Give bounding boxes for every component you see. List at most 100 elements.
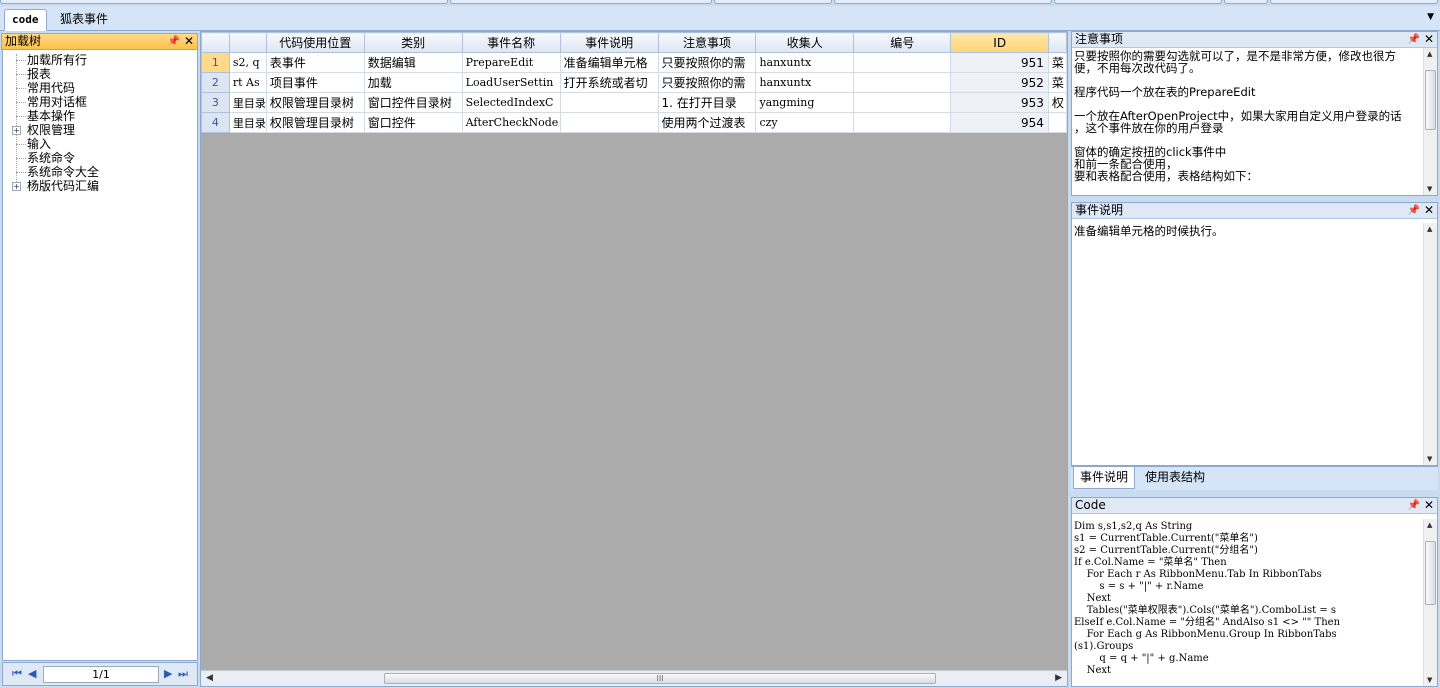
table-row[interactable]: 1 s2, q 表事件 数据编辑 PrepareEdit 准备编辑单元格 只要按照你的需 ha… bbox=[201, 52, 1068, 73]
table-cell[interactable]: 951 bbox=[950, 52, 1049, 73]
horizontal-scrollbar[interactable]: ◀ III ▶ bbox=[201, 670, 1067, 686]
table-cell[interactable]: 打开系统或者切 bbox=[559, 72, 659, 93]
plus-box-icon[interactable]: + bbox=[12, 182, 21, 191]
subtab-event-desc[interactable]: 事件说明 bbox=[1073, 467, 1136, 489]
table-cell[interactable]: 只要按照你的需 bbox=[657, 72, 757, 93]
column-header-notes[interactable]: 注意事项 bbox=[657, 32, 757, 53]
table-cell[interactable]: 里目录 bbox=[228, 112, 267, 133]
scroll-left-icon[interactable]: ◀ bbox=[206, 673, 213, 683]
desc-vertical-scrollbar[interactable]: ▲ ▼ bbox=[1423, 223, 1437, 465]
table-cell[interactable]: 表事件 bbox=[265, 52, 365, 73]
table-cell[interactable]: AfterCheckNode bbox=[461, 112, 561, 133]
tree-item[interactable]: 输入 bbox=[3, 137, 197, 151]
subtab-table-structure[interactable]: 使用表结构 bbox=[1139, 467, 1211, 489]
pin-icon[interactable]: 📌 bbox=[1408, 32, 1420, 47]
first-page-icon[interactable]: ⏮ bbox=[12, 667, 22, 681]
table-cell[interactable]: 里目录 bbox=[228, 92, 267, 113]
table-cell[interactable]: 952 bbox=[950, 72, 1049, 93]
event-desc-text[interactable]: 准备编辑单元格的时候执行。 bbox=[1072, 223, 1423, 465]
table-cell[interactable] bbox=[559, 112, 659, 133]
scroll-thumb[interactable]: III bbox=[384, 673, 936, 684]
table-cell[interactable]: czy bbox=[755, 112, 855, 133]
next-page-icon[interactable]: ▶ bbox=[164, 667, 172, 680]
notes-text[interactable]: 只要按照你的需要勾选就可以了，是不是非常方便，修改也很方 便，不用每次改代码了。 … bbox=[1072, 48, 1423, 195]
tree-item[interactable]: 系统命令 bbox=[3, 151, 197, 165]
row-number[interactable]: 3 bbox=[201, 92, 230, 113]
scroll-thumb[interactable] bbox=[1425, 70, 1436, 130]
table-cell[interactable]: hanxuntx bbox=[755, 52, 855, 73]
pin-icon[interactable]: 📌 bbox=[1408, 203, 1420, 218]
tree-item[interactable]: 加载所有行 bbox=[3, 53, 197, 67]
column-header[interactable] bbox=[228, 32, 267, 53]
table-cell[interactable]: s2, q bbox=[228, 52, 267, 73]
tree-item[interactable]: 常用代码 bbox=[3, 81, 197, 95]
tree-item[interactable]: 常用对话框 bbox=[3, 95, 197, 109]
table-cell[interactable]: 954 bbox=[950, 112, 1049, 133]
column-header-location[interactable]: 代码使用位置 bbox=[265, 32, 365, 53]
scroll-down-icon[interactable]: ▼ bbox=[1427, 455, 1432, 463]
table-cell[interactable]: 数据编辑 bbox=[363, 52, 463, 73]
table-cell[interactable]: 权限管理目录树 bbox=[265, 92, 365, 113]
scroll-down-icon[interactable]: ▼ bbox=[1427, 676, 1432, 684]
column-header-event-name[interactable]: 事件名称 bbox=[461, 32, 561, 53]
tab-code[interactable]: code bbox=[4, 9, 47, 31]
table-cell[interactable]: 使用两个过渡表 bbox=[657, 112, 757, 133]
tree-item[interactable]: 基本操作 bbox=[3, 109, 197, 123]
prev-page-icon[interactable]: ◀ bbox=[28, 667, 36, 680]
pin-icon[interactable]: 📌 bbox=[168, 34, 180, 49]
tab-fox-table-events[interactable]: 狐表事件 bbox=[53, 9, 115, 31]
table-cell[interactable]: 菜 bbox=[1047, 72, 1068, 93]
plus-box-icon[interactable]: + bbox=[12, 126, 21, 135]
notes-vertical-scrollbar[interactable]: ▲ ▼ bbox=[1423, 48, 1437, 195]
tree-item[interactable]: 报表 bbox=[3, 67, 197, 81]
code-vertical-scrollbar[interactable]: ▲ ▼ bbox=[1423, 519, 1437, 686]
table-cell[interactable]: 项目事件 bbox=[265, 72, 365, 93]
last-page-icon[interactable]: ⏭ bbox=[178, 667, 188, 681]
table-cell[interactable] bbox=[853, 112, 952, 133]
tree-item[interactable]: 系统命令大全 bbox=[3, 165, 197, 179]
table-cell[interactable]: hanxuntx bbox=[755, 72, 855, 93]
scroll-up-icon[interactable]: ▲ bbox=[1427, 50, 1432, 58]
scroll-down-icon[interactable]: ▼ bbox=[1427, 185, 1432, 193]
table-cell[interactable]: 窗口控件目录树 bbox=[363, 92, 463, 113]
pin-icon[interactable]: 📌 bbox=[1408, 498, 1420, 513]
table-cell[interactable]: LoadUserSettin bbox=[461, 72, 561, 93]
table-cell[interactable]: 权 bbox=[1047, 92, 1068, 113]
row-number[interactable]: 1 bbox=[201, 52, 230, 73]
table-cell[interactable]: yangming bbox=[755, 92, 855, 113]
table-row[interactable]: 3 里目录 权限管理目录树 窗口控件目录树 SelectedIndexC 1. 在打开目录… bbox=[201, 92, 1068, 113]
table-cell[interactable]: 1. 在打开目录 bbox=[657, 92, 757, 113]
table-cell[interactable]: SelectedIndexC bbox=[461, 92, 561, 113]
table-cell[interactable]: rt As bbox=[228, 72, 267, 93]
column-header-number[interactable]: 编号 bbox=[853, 32, 952, 53]
table-row[interactable]: 4 里目录 权限管理目录树 窗口控件 AfterCheckNode 使用两个过渡表 czy 9… bbox=[201, 112, 1068, 133]
tree-item[interactable]: + 权限管理 bbox=[3, 123, 197, 137]
table-cell[interactable] bbox=[1047, 112, 1068, 133]
table-cell[interactable] bbox=[853, 92, 952, 113]
table-cell[interactable]: 953 bbox=[950, 92, 1049, 113]
corner-header[interactable] bbox=[201, 32, 230, 53]
code-editor[interactable]: Dim s,s1,s2,q As String s1 = CurrentTable… bbox=[1072, 519, 1423, 686]
table-cell[interactable]: PrepareEdit bbox=[461, 52, 561, 73]
table-cell[interactable]: 窗口控件 bbox=[363, 112, 463, 133]
table-cell[interactable]: 权限管理目录树 bbox=[265, 112, 365, 133]
column-header-id[interactable]: ID bbox=[950, 32, 1049, 53]
column-header-event-desc[interactable]: 事件说明 bbox=[559, 32, 659, 53]
scroll-right-icon[interactable]: ▶ bbox=[1055, 673, 1062, 683]
scroll-up-icon[interactable]: ▲ bbox=[1427, 225, 1432, 233]
chevron-down-icon[interactable]: ▼ bbox=[1427, 12, 1434, 22]
close-icon[interactable]: ✕ bbox=[1424, 498, 1434, 513]
column-header-category[interactable]: 类别 bbox=[363, 32, 463, 53]
close-icon[interactable]: ✕ bbox=[1424, 203, 1434, 218]
tree-item[interactable]: + 杨版代码汇编 bbox=[3, 179, 197, 193]
row-number[interactable]: 4 bbox=[201, 112, 230, 133]
scroll-up-icon[interactable]: ▲ bbox=[1427, 521, 1432, 529]
table-cell[interactable]: 只要按照你的需 bbox=[657, 52, 757, 73]
table-cell[interactable] bbox=[853, 52, 952, 73]
page-indicator[interactable]: 1/1 bbox=[43, 666, 159, 683]
column-header-overflow[interactable] bbox=[1047, 32, 1068, 53]
table-row[interactable]: 2 rt As 项目事件 加载 LoadUserSettin 打开系统或者切 只要按照你的需… bbox=[201, 72, 1068, 93]
table-cell[interactable] bbox=[559, 92, 659, 113]
table-cell[interactable]: 加载 bbox=[363, 72, 463, 93]
table-cell[interactable]: 准备编辑单元格 bbox=[559, 52, 659, 73]
